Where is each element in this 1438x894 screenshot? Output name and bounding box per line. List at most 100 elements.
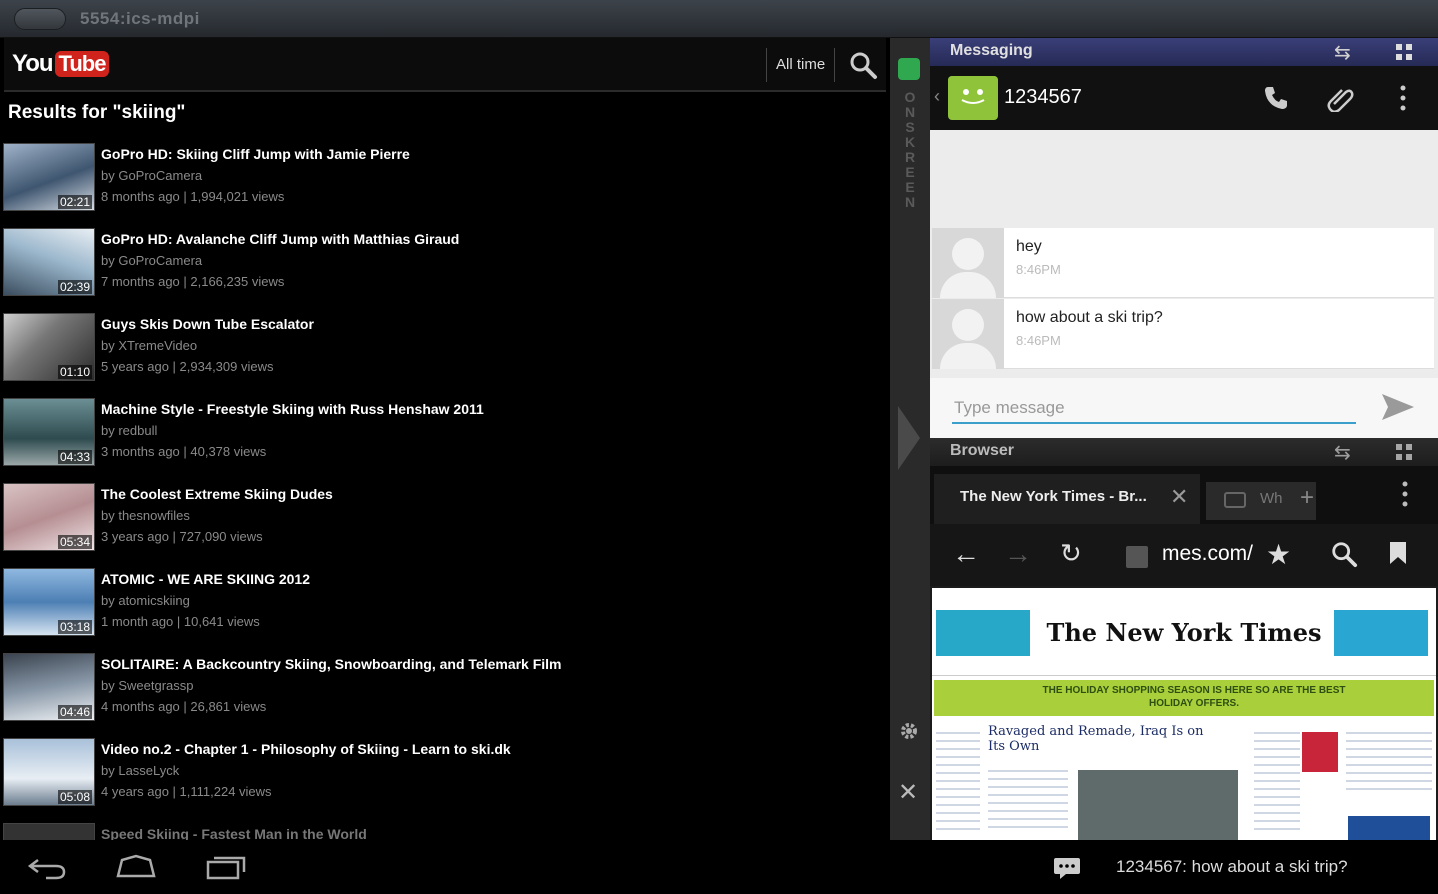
browser-tab[interactable]: Wh + <box>1206 482 1316 520</box>
video-thumbnail[interactable]: 02:21 <box>3 143 95 211</box>
video-list-item[interactable]: 03:18 ATOMIC - WE ARE SKIING 2012 by ato… <box>3 563 883 648</box>
grid-icon[interactable] <box>1396 44 1412 60</box>
message-input[interactable]: Type message <box>952 394 1356 424</box>
video-list-item[interactable]: 02:21 GoPro HD: Skiing Cliff Jump with J… <box>3 138 883 223</box>
gear-icon[interactable] <box>898 720 920 742</box>
results-heading: Results for "skiing" <box>8 102 186 123</box>
video-title[interactable]: Guys Skis Down Tube Escalator <box>101 316 314 332</box>
video-thumbnail[interactable]: 02:39 <box>3 228 95 296</box>
reload-icon[interactable]: ↻ <box>1060 538 1082 569</box>
back-arrow-icon[interactable]: ← <box>952 538 980 570</box>
home-icon[interactable] <box>114 852 158 882</box>
nyt-header: The New York Times <box>932 594 1436 662</box>
video-title[interactable]: ATOMIC - WE ARE SKIING 2012 <box>101 571 310 587</box>
nyt-photo[interactable] <box>1078 770 1238 840</box>
video-author: by Sweetgrassp <box>101 678 194 693</box>
youtube-logo[interactable]: You Tube <box>12 50 110 78</box>
browser-panel: Browser ⇆ The New York Times - Br... ✕ W… <box>930 438 1438 840</box>
phone-icon[interactable] <box>1262 84 1290 112</box>
video-thumbnail[interactable]: 05:08 <box>3 738 95 806</box>
send-icon[interactable] <box>1380 392 1416 422</box>
video-title[interactable]: GoPro HD: Skiing Cliff Jump with Jamie P… <box>101 146 410 162</box>
video-author: by thesnowfiles <box>101 508 190 523</box>
video-list-item[interactable]: 02:39 GoPro HD: Avalanche Cliff Jump wit… <box>3 223 883 308</box>
attach-icon[interactable] <box>1326 84 1354 112</box>
site-favicon-icon <box>1126 546 1148 568</box>
message-notification-icon[interactable] <box>1052 856 1082 880</box>
video-title[interactable]: SOLITAIRE: A Backcountry Skiing, Snowboa… <box>101 656 562 672</box>
video-thumbnail[interactable]: 05:34 <box>3 483 95 551</box>
time-filter-button[interactable]: All time <box>776 56 825 73</box>
divider <box>766 48 767 82</box>
youtube-logo-tube: Tube <box>54 51 110 77</box>
video-meta: 3 months ago | 40,378 views <box>101 444 267 459</box>
video-list-item[interactable]: 04:46 SOLITAIRE: A Backcountry Skiing, S… <box>3 648 883 733</box>
contact-avatar <box>932 299 1004 369</box>
video-title[interactable]: Machine Style - Freestyle Skiing with Ru… <box>101 401 484 417</box>
video-thumbnail[interactable] <box>3 823 95 840</box>
browser-toolbar: ← → ↻ mes.com/ ★ <box>930 524 1438 586</box>
back-chevron-icon[interactable]: ‹ <box>934 86 940 107</box>
video-list-item[interactable]: 05:34 The Coolest Extreme Skiing Dudes b… <box>3 478 883 563</box>
youtube-action-bar: You Tube All time <box>4 38 886 92</box>
video-title[interactable]: The Coolest Extreme Skiing Dudes <box>101 486 333 502</box>
video-list-item[interactable]: 04:33 Machine Style - Freestyle Skiing w… <box>3 393 883 478</box>
video-list-item[interactable]: Speed Skiing - Fastest Man in the World <box>3 818 883 840</box>
nyt-badge[interactable] <box>1302 732 1338 772</box>
url-field[interactable]: mes.com/ <box>1162 542 1253 566</box>
video-meta: 5 years ago | 2,934,309 views <box>101 359 274 374</box>
messaging-panel: Messaging ⇆ ‹ 1234567 hey 8:46PM how abo… <box>930 38 1438 438</box>
search-icon[interactable] <box>848 50 878 80</box>
contact-avatar <box>932 228 1004 298</box>
swap-panels-icon[interactable]: ⇆ <box>1334 440 1351 465</box>
onskreen-logo-icon[interactable] <box>898 58 920 80</box>
browser-tab-active[interactable]: The New York Times - Br... ✕ <box>934 474 1200 524</box>
nyt-right-column <box>1254 726 1300 836</box>
video-thumbnail[interactable]: 01:10 <box>3 313 95 381</box>
video-thumbnail[interactable]: 04:46 <box>3 653 95 721</box>
star-icon[interactable]: ★ <box>1266 538 1291 571</box>
divider <box>834 48 835 82</box>
video-duration: 05:34 <box>57 535 92 549</box>
message-item[interactable]: hey 8:46PM <box>932 228 1434 298</box>
close-icon[interactable]: ✕ <box>898 778 918 807</box>
back-icon[interactable] <box>26 852 70 882</box>
ad-banner[interactable] <box>1334 610 1428 656</box>
web-page-content[interactable]: The New York Times THE HOLIDAY SHOPPING … <box>932 588 1436 840</box>
close-tab-icon[interactable]: ✕ <box>1170 484 1188 510</box>
video-title[interactable]: Video no.2 - Chapter 1 - Philosophy of S… <box>101 741 511 757</box>
youtube-logo-you: You <box>12 50 54 77</box>
compose-bar: Type message <box>930 378 1438 438</box>
notification-ticker[interactable]: 1234567: how about a ski trip? <box>1116 857 1348 877</box>
message-app-icon[interactable] <box>948 76 998 120</box>
video-title[interactable]: Speed Skiing - Fastest Man in the World <box>101 826 367 840</box>
panel-title: Messaging <box>950 42 1033 59</box>
nyt-headline[interactable]: Ravaged and Remade, Iraq Is on Its Own <box>988 724 1208 754</box>
grid-icon[interactable] <box>1396 444 1412 460</box>
window-control-button[interactable] <box>14 8 66 30</box>
swap-panels-icon[interactable]: ⇆ <box>1334 40 1351 65</box>
video-duration: 03:18 <box>57 620 92 634</box>
overflow-menu-icon[interactable] <box>1400 84 1406 112</box>
browser-panel-header: Browser ⇆ <box>930 438 1438 466</box>
search-icon[interactable] <box>1330 540 1358 568</box>
overflow-menu-icon[interactable] <box>1402 480 1408 508</box>
bookmarks-icon[interactable] <box>1388 540 1408 566</box>
message-item[interactable]: how about a ski trip? 8:46PM <box>932 299 1434 369</box>
video-thumbnail[interactable]: 03:18 <box>3 568 95 636</box>
forward-arrow-icon[interactable]: → <box>1004 538 1032 570</box>
onskreen-vertical-label: ONSKREEN <box>904 89 916 210</box>
new-tab-icon[interactable]: + <box>1300 484 1314 512</box>
window-title: 5554:ics-mdpi <box>80 9 200 28</box>
video-list-item[interactable]: 01:10 Guys Skis Down Tube Escalator by X… <box>3 308 883 393</box>
holiday-ad-banner[interactable]: THE HOLIDAY SHOPPING SEASON IS HERE SO A… <box>934 680 1434 716</box>
tab-favicon-icon <box>1224 492 1246 508</box>
video-thumbnail[interactable]: 04:33 <box>3 398 95 466</box>
panel-title: Browser <box>950 442 1015 459</box>
digital-subscriptions-ad[interactable] <box>1348 816 1430 840</box>
video-title[interactable]: GoPro HD: Avalanche Cliff Jump with Matt… <box>101 231 459 247</box>
recent-apps-icon[interactable] <box>204 852 248 882</box>
video-list-item[interactable]: 05:08 Video no.2 - Chapter 1 - Philosoph… <box>3 733 883 818</box>
video-author: by redbull <box>101 423 158 438</box>
expand-arrow-icon[interactable] <box>894 398 924 478</box>
